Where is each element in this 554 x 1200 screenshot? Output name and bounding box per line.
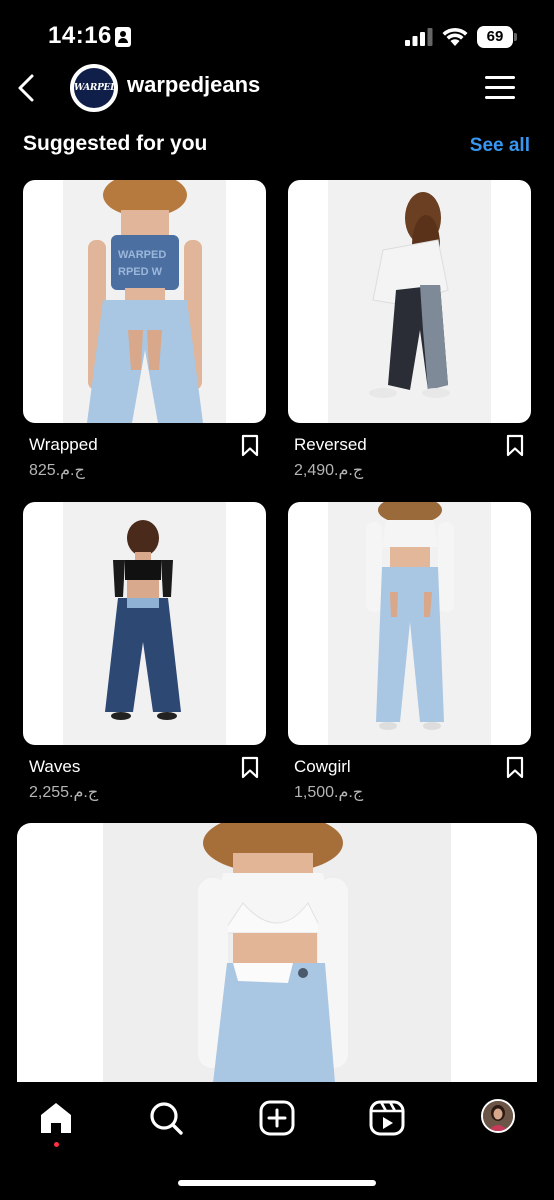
reels-tab[interactable] xyxy=(367,1098,407,1138)
status-bar: 14:16 69 xyxy=(0,0,554,62)
home-tab[interactable] xyxy=(36,1098,76,1147)
back-icon[interactable] xyxy=(14,72,42,104)
profile-logo[interactable]: WARPED xyxy=(70,64,118,112)
product-image[interactable] xyxy=(23,502,266,745)
see-all-link[interactable]: See all xyxy=(470,135,530,157)
home-icon xyxy=(41,1103,71,1133)
product-photo xyxy=(366,502,454,730)
product-card[interactable]: WARPED RPED W Wrapped ج.م.825 xyxy=(23,180,266,480)
product-price: ج.م.2,255 xyxy=(29,784,99,801)
product-photo xyxy=(105,520,181,720)
reels-icon xyxy=(369,1100,405,1136)
product-name: Waves xyxy=(29,757,81,776)
product-photo: WARPED RPED W xyxy=(87,180,203,423)
product-name: Reversed xyxy=(294,435,367,454)
product-image[interactable] xyxy=(288,502,531,745)
battery-icon: 69 xyxy=(477,26,517,48)
logo-text: WARPED xyxy=(74,68,118,108)
product-price: ج.م.825 xyxy=(29,462,85,479)
product-photo xyxy=(369,192,450,398)
contact-card-icon xyxy=(115,27,131,47)
signal-icon xyxy=(405,28,433,46)
bookmark-icon[interactable] xyxy=(240,434,260,458)
home-indicator xyxy=(178,1180,376,1186)
section-title: Suggested for you xyxy=(23,132,208,155)
profile-header: WARPED warpedjeans xyxy=(0,62,554,114)
product-image[interactable]: WARPED RPED W xyxy=(23,180,266,423)
search-icon xyxy=(150,1102,183,1135)
profile-avatar[interactable] xyxy=(481,1099,515,1133)
search-tab[interactable] xyxy=(146,1098,186,1138)
battery-level: 69 xyxy=(477,26,513,48)
product-name: Wrapped xyxy=(29,435,98,454)
product-card[interactable]: Waves ج.م.2,255 xyxy=(23,502,266,802)
wifi-icon xyxy=(442,27,468,46)
product-card[interactable]: Reversed ج.م.2,490 xyxy=(288,180,531,480)
svg-text:RPED W: RPED W xyxy=(118,266,163,278)
create-icon xyxy=(259,1100,295,1136)
bookmark-icon[interactable] xyxy=(240,756,260,780)
product-image[interactable] xyxy=(288,180,531,423)
account-name[interactable]: warpedjeans xyxy=(127,72,260,98)
product-name: Cowgirl xyxy=(294,757,351,776)
status-time: 14:16 xyxy=(48,22,112,49)
notification-dot xyxy=(54,1142,59,1147)
create-tab[interactable] xyxy=(257,1098,297,1138)
bookmark-icon[interactable] xyxy=(505,434,525,458)
menu-icon[interactable] xyxy=(485,76,515,100)
featured-post-image[interactable] xyxy=(17,823,537,1083)
avatar-image xyxy=(483,1101,513,1131)
product-card[interactable]: Cowgirl ج.م.1,500 xyxy=(288,502,531,802)
product-price: ج.م.2,490 xyxy=(294,462,364,479)
bookmark-icon[interactable] xyxy=(505,756,525,780)
product-price: ج.م.1,500 xyxy=(294,784,364,801)
featured-photo xyxy=(198,823,348,1083)
svg-text:WARPED: WARPED xyxy=(118,249,166,261)
